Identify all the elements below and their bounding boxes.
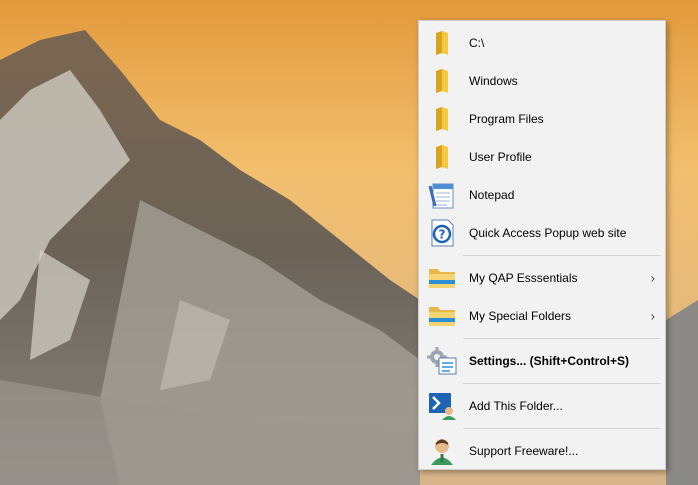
menu-item-label: Program Files [469, 112, 544, 126]
support-user-icon [425, 434, 459, 468]
desktop: C:\ Windows Program Files User Profile N… [0, 0, 698, 485]
menu-item-label: Notepad [469, 188, 515, 202]
menu-separator [463, 383, 661, 384]
menu-item-label: C:\ [469, 36, 485, 50]
menu-item-qap-essentials[interactable]: My QAP Esssentials › [419, 259, 665, 297]
menu-item-windows[interactable]: Windows [419, 62, 665, 100]
submenu-arrow-icon: › [650, 270, 655, 286]
menu-item-label: Settings... (Shift+Control+S) [469, 354, 630, 368]
menu-item-qap-website[interactable]: ? Quick Access Popup web site [419, 214, 665, 252]
menu-item-user-profile[interactable]: User Profile [419, 138, 665, 176]
quick-access-popup-menu: C:\ Windows Program Files User Profile N… [418, 20, 666, 470]
folder-icon [425, 140, 459, 174]
menu-separator [463, 338, 661, 339]
settings-gear-icon [425, 344, 459, 378]
menu-item-label: User Profile [469, 150, 532, 164]
menu-item-label: Support Freeware!... [469, 444, 579, 458]
menu-item-label: Quick Access Popup web site [469, 226, 627, 240]
menu-item-label: Windows [469, 74, 518, 88]
menu-item-settings[interactable]: Settings... (Shift+Control+S) [419, 342, 665, 380]
menu-separator [463, 428, 661, 429]
svg-text:?: ? [439, 228, 446, 242]
menu-item-label: My QAP Esssentials [469, 271, 578, 285]
folder-icon [425, 26, 459, 60]
help-icon: ? [425, 216, 459, 250]
folder-icon [425, 102, 459, 136]
menu-separator [463, 255, 661, 256]
add-folder-icon [425, 389, 459, 423]
folder-explorer-icon [425, 299, 459, 333]
folder-icon [425, 64, 459, 98]
menu-item-add-this-folder[interactable]: Add This Folder... [419, 387, 665, 425]
menu-item-c-drive[interactable]: C:\ [419, 24, 665, 62]
notepad-icon [425, 178, 459, 212]
menu-item-program-files[interactable]: Program Files [419, 100, 665, 138]
menu-item-support-freeware[interactable]: Support Freeware!... [419, 432, 665, 470]
menu-item-label: My Special Folders [469, 309, 572, 323]
submenu-arrow-icon: › [650, 308, 655, 324]
menu-item-label: Add This Folder... [469, 399, 563, 413]
folder-explorer-icon [425, 261, 459, 295]
menu-item-special-folders[interactable]: My Special Folders › [419, 297, 665, 335]
menu-item-notepad[interactable]: Notepad [419, 176, 665, 214]
